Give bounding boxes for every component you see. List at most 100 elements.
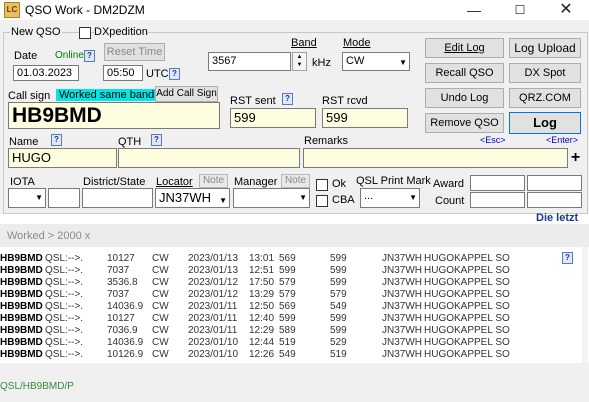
chevron-down-icon[interactable]: ▼ (35, 193, 43, 202)
qsl-link[interactable]: QSL/HB9BMD/P (0, 381, 74, 392)
help-icon[interactable]: ? (51, 134, 62, 146)
edit-log-label: Edit Log (444, 42, 485, 54)
cell-qsl: QSL:-->. (45, 289, 84, 300)
callsign-field[interactable]: HB9BMD (8, 102, 220, 129)
dxpedition-label: DXpedition (94, 26, 148, 38)
time-field[interactable]: 05:50 (103, 65, 143, 81)
cell-sent: 599 (279, 265, 296, 276)
cell-call: HB9BMD (0, 265, 43, 276)
cell-qth: KAPPEL SO (454, 289, 510, 300)
chevron-down-icon[interactable]: ▼ (409, 193, 417, 202)
award-field-2[interactable] (527, 175, 582, 191)
locator-select[interactable]: JN37WH ▼ (155, 188, 230, 208)
spin-down-icon[interactable]: ▼ (293, 61, 306, 69)
cell-date: 2023/01/11 (188, 301, 238, 312)
cell-qth: KAPPEL SO (454, 277, 510, 288)
remarks-field[interactable] (303, 148, 568, 168)
reset-time-button[interactable]: Reset Time (104, 43, 165, 61)
log-upload-button[interactable]: Log Upload (509, 38, 581, 58)
close-icon[interactable]: ✕ (543, 0, 589, 20)
chevron-down-icon[interactable]: ▼ (299, 193, 307, 202)
qsl-print-select[interactable]: ... ▼ (360, 188, 420, 208)
cell-mode: CW (152, 253, 169, 264)
add-callsign-button[interactable]: Add Call Sign (155, 86, 218, 102)
minimize-icon[interactable]: — (451, 0, 497, 20)
help-icon[interactable]: ? (562, 252, 573, 264)
iota-select[interactable]: ▼ (8, 188, 46, 208)
date-field[interactable]: 01.03.2023 (13, 65, 79, 81)
cell-mode: CW (152, 313, 169, 324)
locator-note-button[interactable]: Note (199, 174, 228, 188)
help-icon[interactable]: ? (151, 134, 162, 146)
cell-name: HUGO (424, 325, 454, 336)
cell-sent: 519 (279, 337, 296, 348)
cell-rcvd: 529 (330, 337, 347, 348)
cell-qth: KAPPEL SO (454, 325, 510, 336)
spin-up-icon[interactable]: ▲ (293, 53, 306, 61)
log-button[interactable]: Log (509, 112, 581, 134)
cell-name: HUGO (424, 265, 454, 276)
frequency-spinner[interactable]: ▲ ▼ (292, 52, 307, 71)
utc-label: UTC (146, 68, 169, 80)
cell-date: 2023/01/13 (188, 265, 239, 276)
chevron-down-icon[interactable]: ▼ (399, 55, 407, 70)
cell-sent: 579 (279, 277, 296, 288)
cell-qsl: QSL:-->. (45, 349, 84, 360)
rst-sent-field[interactable]: 599 (230, 108, 316, 128)
manager-select[interactable]: ▼ (233, 188, 310, 208)
cell-mode: CW (152, 289, 169, 300)
help-icon[interactable]: ? (84, 50, 95, 62)
cell-rcvd: 519 (330, 349, 347, 360)
cell-time: 13:01 (249, 253, 275, 264)
mode-select[interactable]: CW ▼ (342, 52, 410, 71)
scrollbar[interactable] (582, 247, 588, 363)
award-field[interactable] (470, 175, 525, 191)
cell-mode: CW (152, 277, 169, 288)
cell-rcvd: 599 (330, 265, 347, 276)
separator-strip (0, 214, 589, 224)
remove-qso-button[interactable]: Remove QSO (425, 113, 504, 133)
add-remark-button[interactable]: + (569, 148, 582, 168)
qth-label: QTH (118, 136, 142, 148)
help-icon[interactable]: ? (282, 93, 293, 105)
qrz-button[interactable]: QRZ.COM (509, 88, 581, 108)
band-label-text: Band (291, 37, 317, 49)
cell-sent: 569 (279, 253, 296, 264)
cell-mode: CW (152, 349, 169, 360)
cell-mode: CW (152, 301, 169, 312)
cell-date: 2023/01/10 (188, 337, 239, 348)
undo-log-button[interactable]: Undo Log (425, 88, 504, 108)
cell-loc: JN37WH (382, 337, 423, 348)
frequency-field[interactable]: 3567 (208, 52, 291, 71)
ok-checkbox[interactable] (316, 179, 328, 191)
cell-name: HUGO (424, 349, 454, 360)
manager-note-button[interactable]: Note (281, 174, 310, 188)
name-field[interactable]: HUGO (8, 148, 117, 168)
cell-freq: 7037 (107, 289, 130, 300)
dxpedition-checkbox[interactable] (79, 27, 91, 39)
previous-qso-list[interactable]: ? HB9BMD QSL:-->. 10127 CW 2023/01/13 13:01 56… (0, 247, 589, 363)
iota-label: IOTA (10, 176, 35, 188)
rst-rcvd-field[interactable]: 599 (322, 108, 408, 128)
qth-field[interactable] (118, 148, 300, 168)
maximize-icon[interactable]: ☐ (497, 0, 543, 20)
help-icon[interactable]: ? (169, 68, 180, 80)
cell-loc: JN37WH (382, 265, 423, 276)
iota-number-field[interactable] (48, 188, 80, 208)
callsign-label: Call sign (8, 90, 51, 102)
cba-checkbox[interactable] (316, 195, 328, 207)
enter-hint: <Enter> (546, 135, 579, 145)
cell-loc: JN37WH (382, 301, 423, 312)
cell-loc: JN37WH (382, 325, 423, 336)
edit-log-button[interactable]: Edit Log (425, 38, 504, 58)
count-field[interactable] (470, 192, 525, 208)
recall-qso-button[interactable]: Recall QSO (425, 63, 504, 83)
cell-call: HB9BMD (0, 313, 43, 324)
count-field-2[interactable] (527, 192, 582, 208)
cell-time: 12:40 (249, 313, 275, 324)
chevron-down-icon[interactable]: ▼ (219, 193, 227, 207)
cell-name: HUGO (424, 337, 454, 348)
dx-spot-button[interactable]: DX Spot (509, 63, 581, 83)
district-field[interactable] (82, 188, 153, 208)
khz-label: kHz (312, 57, 331, 69)
